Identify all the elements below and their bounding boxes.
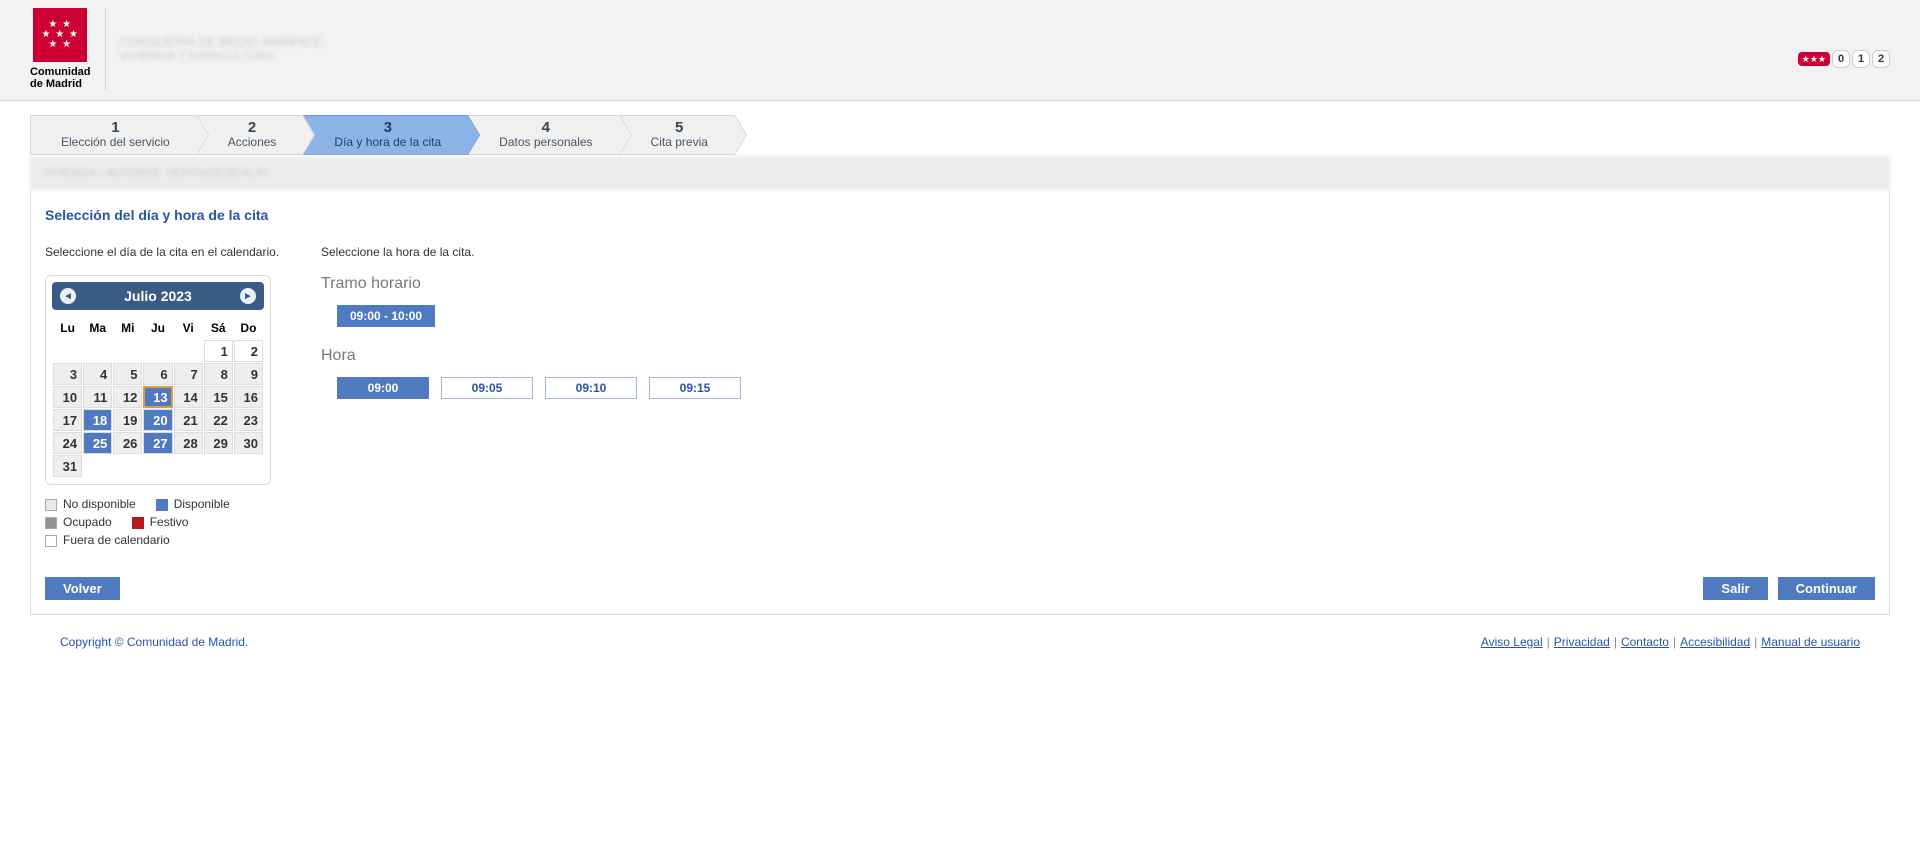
footer-link-aviso-legal[interactable]: Aviso Legal	[1481, 635, 1543, 649]
calendar-day-15: 15	[204, 386, 233, 408]
calendar-day-28: 28	[174, 432, 203, 454]
footer-links: Aviso Legal|Privacidad|Contacto|Accesibi…	[1481, 635, 1860, 649]
breadcrumb: VIVIENDA › AUTORIZ. VENTA/DESCALIFI.	[30, 157, 1890, 189]
calendar-day-19: 19	[113, 409, 142, 431]
calendar-day-29: 29	[204, 432, 233, 454]
calendar-day-5: 5	[113, 363, 142, 385]
calendar-day-2: 2	[234, 340, 263, 362]
calendar: ◄ Julio 2023 ► LuMaMiJuViSáDo12345678910…	[45, 275, 271, 485]
step-2[interactable]: 2Acciones	[197, 115, 304, 155]
calendar-grid: LuMaMiJuViSáDo12345678910111213141516171…	[52, 316, 264, 478]
action-bar: Volver Salir Continuar	[45, 577, 1875, 600]
step-4[interactable]: 4Datos personales	[468, 115, 619, 155]
calendar-dow: Lu	[53, 317, 82, 339]
salir-button[interactable]: Salir	[1703, 577, 1767, 600]
calendar-day-1: 1	[204, 340, 233, 362]
calendar-day-13[interactable]: 13	[143, 386, 172, 408]
calendar-prev-icon[interactable]: ◄	[60, 288, 76, 304]
hora-chip-3[interactable]: 09:15	[649, 377, 741, 399]
continuar-button[interactable]: Continuar	[1778, 577, 1875, 600]
tramo-row: 09:00 - 10:00	[337, 305, 1875, 327]
calendar-day-21: 21	[174, 409, 203, 431]
footer-link-manual-de-usuario[interactable]: Manual de usuario	[1761, 635, 1860, 649]
hora-chip-0[interactable]: 09:00	[337, 377, 429, 399]
calendar-day-18[interactable]: 18	[83, 409, 112, 431]
calendar-day-11: 11	[83, 386, 112, 408]
counter-1: 1	[1852, 50, 1870, 68]
calendar-day-16: 16	[234, 386, 263, 408]
wizard-steps: 1Elección del servicio2Acciones3Día y ho…	[30, 115, 1890, 155]
counter-2: 2	[1872, 50, 1890, 68]
calendar-day-8: 8	[204, 363, 233, 385]
copyright: Copyright © Comunidad de Madrid.	[60, 635, 248, 649]
calendar-day-26: 26	[113, 432, 142, 454]
calendar-day-4: 4	[83, 363, 112, 385]
brand-flag-icon: ★ ★★ ★ ★★ ★	[33, 8, 87, 62]
header-counters: ★★★ 0 1 2	[1798, 50, 1890, 68]
brand-block: ★ ★★ ★ ★★ ★ Comunidad de Madrid	[30, 8, 106, 90]
calendar-dow: Ju	[143, 317, 172, 339]
time-caption: Seleccione la hora de la cita.	[321, 245, 1875, 259]
footer-link-privacidad[interactable]: Privacidad	[1554, 635, 1610, 649]
volver-button[interactable]: Volver	[45, 577, 120, 600]
calendar-caption: Seleccione el día de la cita en el calen…	[45, 245, 295, 259]
calendar-dow: Ma	[83, 317, 112, 339]
header: ★ ★★ ★ ★★ ★ Comunidad de Madrid CONSEJER…	[0, 0, 1920, 101]
calendar-day-20[interactable]: 20	[143, 409, 172, 431]
counter-flag-icon: ★★★	[1798, 52, 1830, 66]
calendar-day-10: 10	[53, 386, 82, 408]
calendar-day-31: 31	[53, 455, 82, 477]
main-card: Selección del día y hora de la cita Sele…	[30, 189, 1890, 615]
calendar-day-17: 17	[53, 409, 82, 431]
counter-0: 0	[1832, 50, 1850, 68]
hora-chip-2[interactable]: 09:10	[545, 377, 637, 399]
footer-link-accesibilidad[interactable]: Accesibilidad	[1680, 635, 1750, 649]
footer: Copyright © Comunidad de Madrid. Aviso L…	[30, 615, 1890, 669]
calendar-day-7: 7	[174, 363, 203, 385]
calendar-next-icon[interactable]: ►	[240, 288, 256, 304]
calendar-day-23: 23	[234, 409, 263, 431]
calendar-day-25[interactable]: 25	[83, 432, 112, 454]
hora-heading: Hora	[321, 347, 1875, 365]
step-3[interactable]: 3Día y hora de la cita	[303, 115, 468, 155]
calendar-day-24: 24	[53, 432, 82, 454]
section-title: Selección del día y hora de la cita	[45, 207, 1875, 223]
step-5[interactable]: 5Cita previa	[620, 115, 735, 155]
calendar-dow: Mi	[113, 317, 142, 339]
calendar-dow: Do	[234, 317, 263, 339]
step-1[interactable]: 1Elección del servicio	[30, 115, 197, 155]
calendar-day-12: 12	[113, 386, 142, 408]
calendar-day-14: 14	[174, 386, 203, 408]
calendar-dow: Sá	[204, 317, 233, 339]
hora-row: 09:00 09:05 09:10 09:15	[337, 377, 1875, 399]
calendar-legend: No disponible Disponible Ocupado Festivo…	[45, 497, 295, 547]
calendar-day-6: 6	[143, 363, 172, 385]
calendar-dow: Vi	[174, 317, 203, 339]
calendar-day-22: 22	[204, 409, 233, 431]
calendar-day-9: 9	[234, 363, 263, 385]
calendar-day-27[interactable]: 27	[143, 432, 172, 454]
header-department: CONSEJERÍA DE MEDIO AMBIENTE, VIVIENDA Y…	[120, 35, 326, 63]
calendar-title: Julio 2023	[124, 288, 192, 304]
hora-chip-1[interactable]: 09:05	[441, 377, 533, 399]
brand-text: Comunidad de Madrid	[30, 66, 91, 90]
calendar-day-30: 30	[234, 432, 263, 454]
tramo-heading: Tramo horario	[321, 275, 1875, 293]
tramo-chip-0[interactable]: 09:00 - 10:00	[337, 305, 435, 327]
footer-link-contacto[interactable]: Contacto	[1621, 635, 1669, 649]
calendar-day-3: 3	[53, 363, 82, 385]
